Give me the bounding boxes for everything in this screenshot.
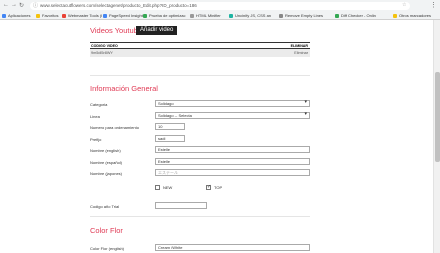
diff-icon — [335, 13, 339, 18]
uncinify-icon — [229, 13, 233, 18]
reload-icon[interactable]: ↻ — [19, 2, 24, 9]
top-checkbox[interactable]: ✓ TOP — [206, 185, 222, 190]
browser-menu-icon[interactable]: ⋮ — [430, 1, 437, 9]
prefijo-input[interactable]: sadi — [155, 135, 185, 142]
scrollbar-thumb[interactable] — [435, 72, 440, 162]
linea-label: Linea — [90, 114, 100, 119]
optimize-icon — [143, 13, 147, 18]
pagespeed-icon — [103, 13, 107, 18]
bookmark-apps[interactable]: Aplicaciones — [2, 11, 30, 20]
remove-video-link[interactable]: Eliminar — [294, 49, 308, 57]
video-code: 9m5dl5r8WY — [91, 51, 113, 55]
new-checkbox[interactable]: NEW — [155, 185, 172, 190]
videos-table: CODIGO VIDEO ELIMINAR 9m5dl5r8WY Elimina… — [90, 42, 310, 57]
color-title: Color Flor — [90, 226, 123, 235]
orden-input[interactable]: 10 — [155, 123, 185, 130]
page-content: Videos Youtube Añadir video CODIGO VIDEO… — [0, 20, 433, 253]
bookmark-remove-lines[interactable]: Remove Empty Lines — [279, 11, 323, 20]
bookmark-otros[interactable]: Otros marcadores — [393, 11, 431, 20]
bookmark-pagespeed[interactable]: PageSpeed Insights — [103, 11, 145, 20]
bookmark-star-icon[interactable]: ☆ — [402, 2, 406, 8]
categoria-select[interactable]: Solidago — [155, 100, 310, 107]
codigo-trial-input[interactable] — [155, 202, 207, 209]
bookmark-webmaster[interactable]: Webmaster Tools (I — [62, 11, 102, 20]
top-checkbox-box[interactable]: ✓ — [206, 185, 211, 190]
nombre-es-input[interactable]: Estelle — [155, 158, 310, 165]
bookmark-html-minifier[interactable]: HTML Minifier — [190, 11, 221, 20]
orden-label: Numero para ordenamiento — [90, 125, 139, 130]
page-info-icon[interactable]: ⓘ — [33, 2, 38, 10]
color-flor-input[interactable]: Cream /White — [155, 244, 310, 251]
table-row: 9m5dl5r8WY Eliminar — [90, 49, 310, 57]
nombre-en-label: Nombre (english) — [90, 148, 121, 153]
bookmark-diff-checker[interactable]: Diff Checker - Onlin — [335, 11, 376, 20]
remove-lines-icon — [279, 13, 283, 18]
bookmark-uncinify[interactable]: Uncinify JS, CSS an — [229, 11, 271, 20]
codigo-trial-label: Codigo año Trial — [90, 204, 120, 209]
linea-select[interactable]: Solidago -- Selecta — [155, 112, 310, 119]
add-video-button[interactable]: Añadir video — [136, 26, 178, 35]
bookmarks-bar: Aplicaciones Favoritos Webmaster Tools (… — [0, 11, 440, 20]
color-flor-label: Color Flor (english) — [90, 246, 125, 251]
address-bar[interactable]: ⓘ www.selectacutflowers.com/selectagenet… — [30, 2, 410, 10]
forward-icon[interactable]: → — [11, 2, 17, 8]
nombre-es-label: Nombre (español) — [90, 160, 123, 165]
page-scrollbar[interactable] — [433, 20, 440, 253]
nombre-ja-input[interactable]: エステール — [155, 169, 310, 176]
divider — [90, 75, 310, 76]
prefijo-label: Prefijo — [90, 137, 102, 142]
folder-icon — [36, 13, 40, 18]
bookmark-favoritos[interactable]: Favoritos — [36, 11, 58, 20]
new-checkbox-box[interactable] — [155, 185, 160, 190]
apps-icon — [2, 13, 6, 18]
folder-icon — [393, 13, 397, 18]
address-row: ← → ↻ ⓘ www.selectacutflowers.com/select… — [0, 0, 440, 11]
webmaster-icon — [62, 13, 66, 18]
divider — [90, 216, 310, 217]
back-icon[interactable]: ← — [3, 2, 9, 8]
categoria-label: Categoria — [90, 102, 108, 107]
bookmark-prueba[interactable]: Prueba de optimizac — [143, 11, 185, 20]
nombre-ja-label: Nombre (japones) — [90, 171, 123, 176]
nombre-en-input[interactable]: Estelle — [155, 146, 310, 153]
minifier-icon — [190, 13, 194, 18]
url-text: www.selectacutflowers.com/selectagenet/p… — [40, 3, 197, 8]
browser-chrome: ← → ↻ ⓘ www.selectacutflowers.com/select… — [0, 0, 440, 20]
videos-title: Videos Youtube — [90, 26, 142, 35]
general-title: Información General — [90, 84, 158, 93]
videos-table-header: CODIGO VIDEO ELIMINAR — [90, 42, 310, 49]
